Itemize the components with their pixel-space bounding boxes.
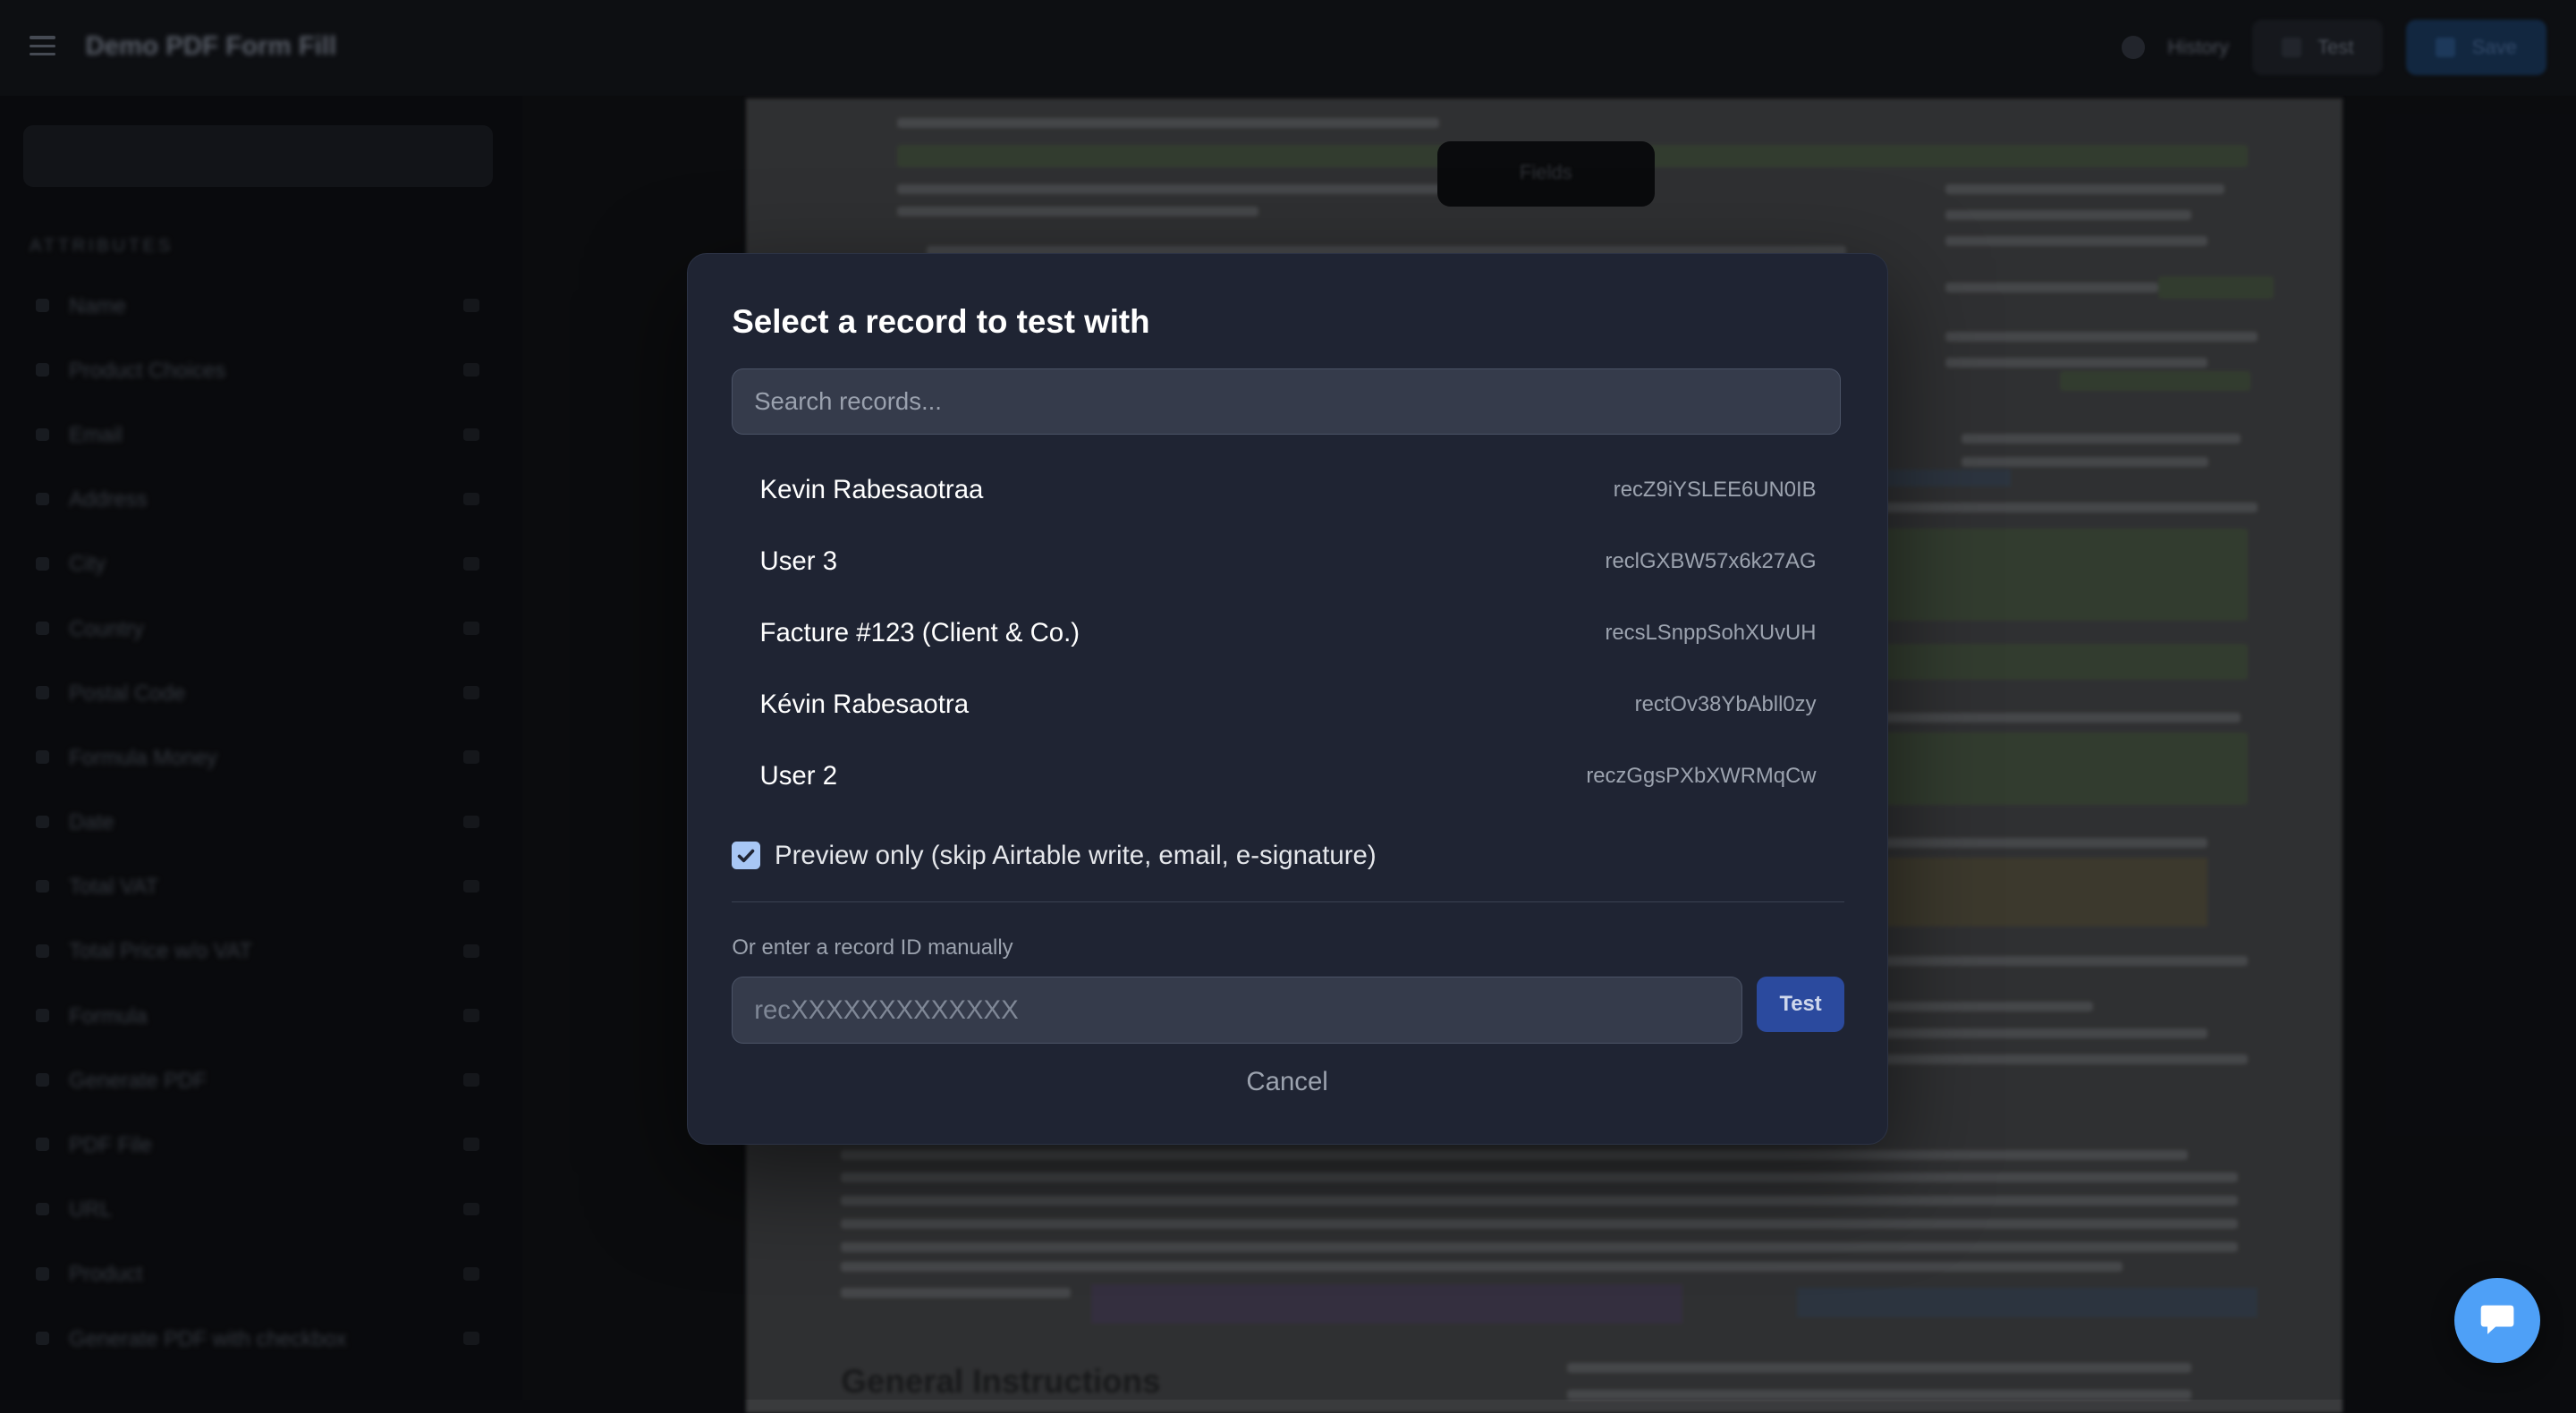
record-id: recZ9iYSLEE6UN0IB (1613, 477, 1817, 502)
chat-icon (2480, 1306, 2514, 1335)
cancel-button[interactable]: Cancel (688, 1067, 1887, 1097)
chat-widget-button[interactable] (2454, 1277, 2540, 1364)
record-item[interactable]: Facture #123 (Client & Co.) recsLSnppSoh… (732, 597, 1843, 669)
record-name: User 2 (759, 761, 838, 791)
record-id: rectOv38YbAbll0zy (1634, 692, 1817, 717)
preview-only-label: Preview only (skip Airtable write, email… (775, 840, 1377, 870)
record-id-input[interactable] (732, 976, 1742, 1045)
dialog-title: Select a record to test with (732, 302, 1150, 340)
record-name: User 3 (759, 546, 838, 577)
record-name: Kévin Rabesaotra (759, 690, 970, 720)
record-name: Facture #123 (Client & Co.) (759, 618, 1080, 648)
checkmark-icon (737, 849, 755, 862)
record-item[interactable]: Kevin Rabesaotraa recZ9iYSLEE6UN0IB (732, 454, 1843, 526)
preview-only-option[interactable]: Preview only (skip Airtable write, email… (732, 840, 1377, 871)
select-record-dialog: Select a record to test with Kevin Rabes… (686, 252, 1888, 1146)
record-item[interactable]: User 2 reczGgsPXbXWRMqCw (732, 740, 1843, 812)
manual-id-label: Or enter a record ID manually (732, 935, 1013, 960)
record-id: reczGgsPXbXWRMqCw (1586, 764, 1817, 789)
divider (732, 901, 1844, 903)
record-item[interactable]: Kévin Rabesaotra rectOv38YbAbll0zy (732, 669, 1843, 740)
search-records-input[interactable] (732, 368, 1842, 435)
record-id: reclGXBW57x6k27AG (1605, 549, 1817, 574)
record-item[interactable]: User 3 reclGXBW57x6k27AG (732, 526, 1843, 597)
test-button[interactable]: Test (1757, 976, 1844, 1033)
record-list: Kevin Rabesaotraa recZ9iYSLEE6UN0IB User… (732, 454, 1843, 812)
preview-only-checkbox[interactable] (732, 841, 760, 870)
record-name: Kevin Rabesaotraa (759, 474, 984, 504)
record-id: recsLSnppSohXUvUH (1605, 621, 1817, 646)
app-root: Demo PDF Form Fill History Test Save ATT… (0, 0, 2576, 1413)
